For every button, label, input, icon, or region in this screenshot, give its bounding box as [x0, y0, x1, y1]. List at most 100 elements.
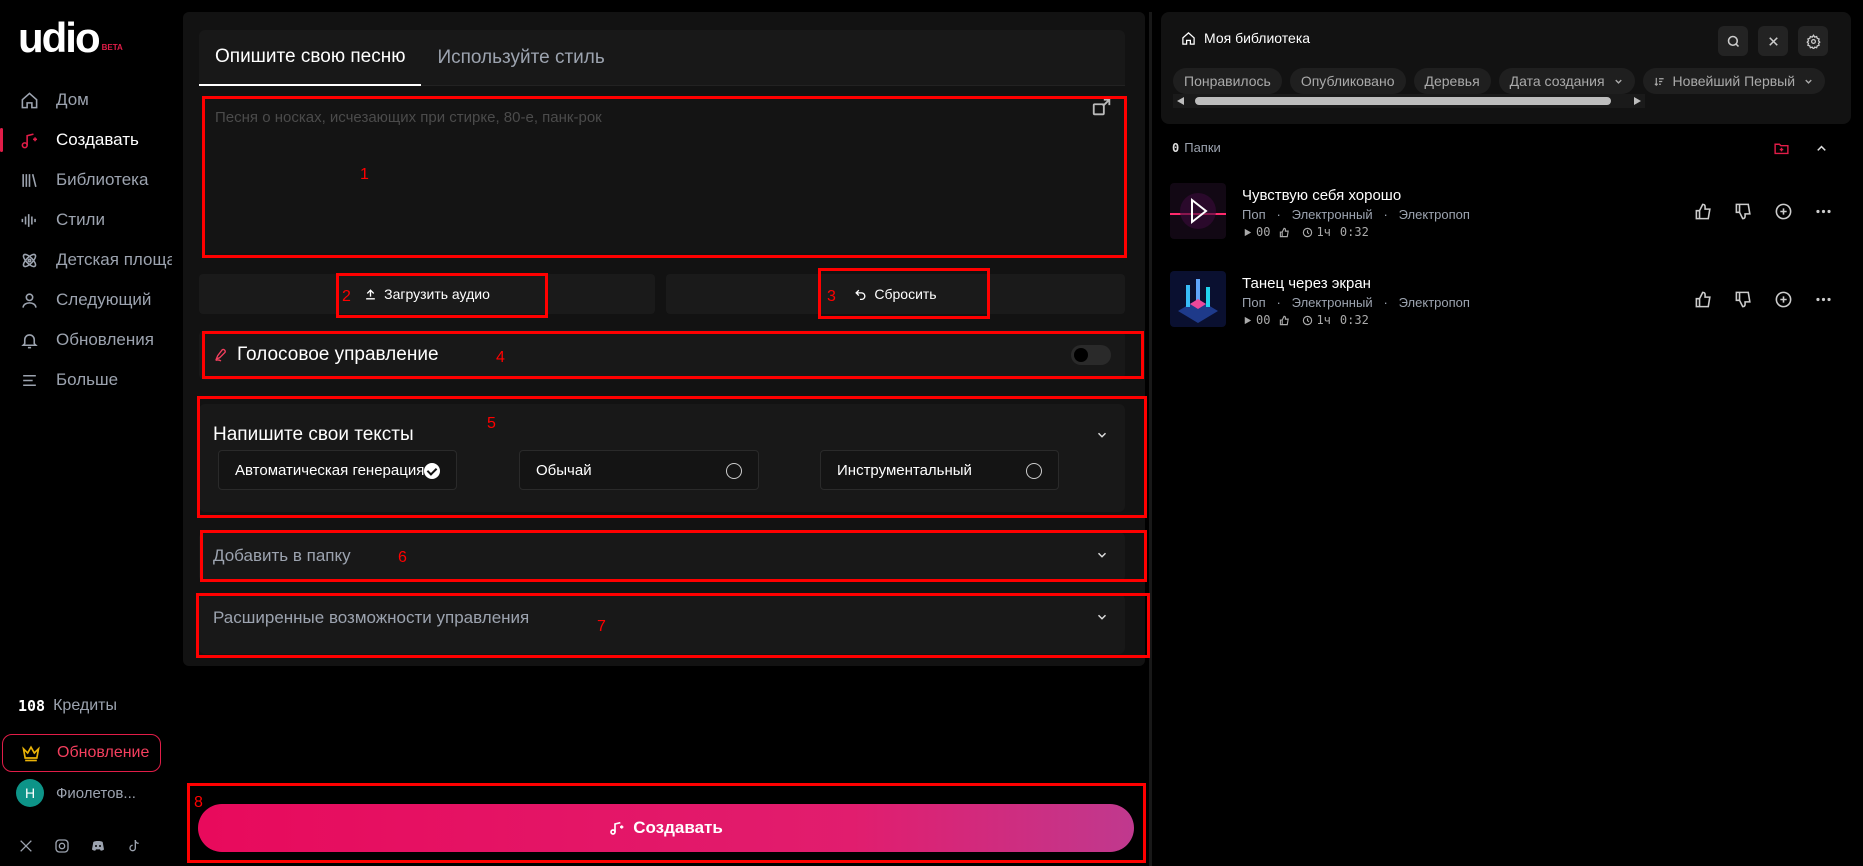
add-button[interactable] — [1772, 200, 1794, 222]
more-button[interactable] — [1812, 288, 1834, 310]
user-profile[interactable]: H Фиолетов... — [16, 779, 136, 807]
chevron-down-icon[interactable] — [1095, 548, 1109, 562]
track-cover[interactable] — [1170, 183, 1226, 239]
add-button[interactable] — [1772, 288, 1794, 310]
instagram-icon[interactable] — [54, 838, 70, 854]
filter-liked[interactable]: Понравилось — [1173, 68, 1282, 94]
chevron-down-icon — [1614, 79, 1622, 84]
sidebar-item-label: Обновления — [56, 330, 154, 349]
upload-audio-button[interactable]: Загрузить аудио — [199, 274, 655, 314]
advanced-controls-section[interactable]: Расширенные возможности управления — [199, 594, 1125, 654]
sidebar-item-create[interactable]: Создавать — [0, 120, 172, 160]
track-tags: Поп · Электронный · Электропоп — [1242, 295, 1470, 310]
dislike-button[interactable] — [1732, 200, 1754, 222]
tab-describe-song[interactable]: Опишите свою песню — [199, 30, 422, 86]
sidebar-item-label: Библиотека — [56, 170, 149, 189]
library-search-button[interactable] — [1718, 26, 1748, 56]
voice-control-title: Голосовое управление — [237, 344, 439, 365]
track-tag[interactable]: Поп — [1242, 207, 1266, 222]
tag-separator: · — [1376, 295, 1396, 310]
logo-text: udio — [18, 14, 101, 61]
filter-trees[interactable]: Деревья — [1413, 68, 1491, 94]
track-tag[interactable]: Электронный — [1292, 207, 1373, 222]
create-tabs: Опишите свою песню Используйте стиль — [199, 30, 1125, 86]
like-button[interactable] — [1692, 200, 1714, 222]
add-to-folder-section[interactable]: Добавить в папку — [199, 532, 1125, 582]
radio-checked-icon — [424, 463, 440, 479]
reset-button[interactable]: Сбросить — [666, 274, 1125, 314]
add-folder-icon[interactable] — [1773, 140, 1790, 157]
upgrade-button[interactable]: Обновление — [2, 734, 161, 772]
track-tag[interactable]: Электропоп — [1399, 207, 1470, 222]
chevron-up-icon[interactable] — [1814, 141, 1829, 156]
sidebar-item-more[interactable]: Больше — [0, 360, 172, 400]
waveform-icon — [21, 213, 36, 227]
sidebar-item-library[interactable]: Библиотека — [0, 160, 172, 200]
scroll-left-icon[interactable] — [1177, 97, 1184, 105]
lyrics-option-auto[interactable]: Автоматическая генерация — [218, 450, 457, 490]
tag-separator: · — [1269, 207, 1289, 222]
track-tag[interactable]: Электронный — [1292, 295, 1373, 310]
thumbs-up-icon — [1280, 315, 1290, 325]
song-prompt-input[interactable] — [203, 97, 1125, 253]
x-twitter-icon[interactable] — [18, 838, 34, 854]
social-links — [18, 838, 142, 854]
udio-logo[interactable]: udio BETA — [18, 14, 123, 61]
scrollbar-thumb[interactable] — [1195, 97, 1611, 105]
lyrics-option-instrumental[interactable]: Инструментальный — [820, 450, 1059, 490]
create-panel: Опишите свою песню Используйте стиль Заг… — [183, 12, 1145, 666]
plus-circle-icon — [1775, 203, 1791, 219]
panel-divider[interactable] — [1149, 12, 1152, 866]
tiktok-icon[interactable] — [126, 838, 142, 854]
like-button[interactable] — [1692, 288, 1714, 310]
undo-icon — [855, 289, 866, 300]
beta-badge: BETA — [101, 43, 123, 52]
sidebar-item-playground[interactable]: Детская площадка — [0, 240, 172, 280]
library-settings-button[interactable] — [1798, 26, 1828, 56]
create-button-label: Создавать — [633, 818, 723, 837]
track-title[interactable]: Чувствую себя хорошо — [1242, 187, 1401, 204]
lyrics-option-custom[interactable]: Обычай — [519, 450, 759, 490]
like-count — [1279, 315, 1293, 326]
more-button[interactable] — [1812, 200, 1834, 222]
chevron-down-icon[interactable] — [1095, 428, 1109, 442]
sidebar-item-label: Детская площадка — [56, 250, 172, 269]
track-title[interactable]: Танец через экран — [1242, 275, 1371, 292]
scroll-right-icon[interactable] — [1634, 97, 1641, 105]
expand-prompt-icon[interactable] — [1091, 96, 1113, 118]
more-horizontal-icon — [1815, 209, 1831, 213]
filter-date-created[interactable]: Дата создания — [1498, 68, 1635, 94]
lyrics-option-label: Инструментальный — [837, 461, 972, 479]
track-tag[interactable]: Поп — [1242, 295, 1266, 310]
sort-newest-first[interactable]: Новейший Первый — [1642, 68, 1826, 94]
sidebar-item-updates[interactable]: Обновления — [0, 320, 172, 360]
list-item[interactable]: Танец через экран Поп · Электронный · Эл… — [1170, 271, 1850, 333]
track-cover[interactable] — [1170, 271, 1226, 327]
voice-control-section: Голосовое управление — [199, 330, 1125, 380]
list-item[interactable]: Чувствую себя хорошо Поп · Электронный ·… — [1170, 183, 1850, 245]
play-icon — [1244, 228, 1252, 236]
bell-icon — [21, 333, 38, 348]
dislike-button[interactable] — [1732, 288, 1754, 310]
folders-count: 0 — [1172, 140, 1180, 155]
filter-published[interactable]: Опубликовано — [1289, 68, 1406, 94]
sidebar-item-home[interactable]: Дом — [0, 80, 172, 120]
like-count — [1279, 227, 1293, 238]
sidebar-item-styles[interactable]: Стили — [0, 200, 172, 240]
filters-scrollbar[interactable] — [1173, 94, 1645, 108]
tab-use-style[interactable]: Используйте стиль — [421, 30, 620, 86]
track-tag[interactable]: Электропоп — [1399, 295, 1470, 310]
discord-icon[interactable] — [90, 838, 106, 854]
library-title-text: Моя библиотека — [1204, 30, 1311, 46]
library-title: Моя библиотека — [1181, 30, 1310, 46]
voice-control-toggle[interactable] — [1071, 345, 1111, 365]
create-button[interactable]: Создавать — [198, 804, 1134, 852]
library-close-button[interactable] — [1758, 26, 1788, 56]
sidebar-item-following[interactable]: Следующий — [0, 280, 172, 320]
filter-label: Дата создания — [1509, 73, 1605, 89]
sort-icon — [1654, 77, 1664, 86]
chevron-down-icon[interactable] — [1095, 610, 1109, 624]
track-age: 1ч — [1302, 313, 1331, 327]
play-count: 00 — [1242, 225, 1270, 239]
lyrics-option-label: Обычай — [536, 461, 592, 479]
